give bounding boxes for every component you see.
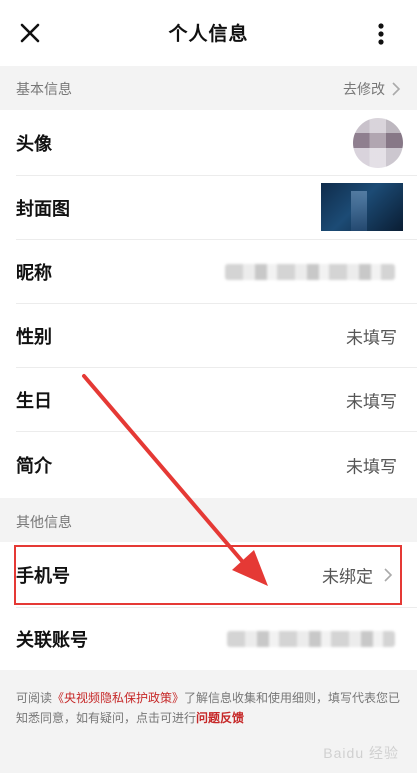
row-bio[interactable]: 简介 未填写 (0, 432, 417, 498)
row-avatar-label: 头像 (16, 134, 52, 155)
row-birthday[interactable]: 生日 未填写 (0, 368, 417, 432)
chevron-right-icon (392, 82, 401, 96)
app-header: 个人信息 (0, 0, 417, 66)
page-title: 个人信息 (168, 23, 249, 45)
nickname-blurred-value (225, 264, 395, 280)
row-bio-label: 简介 (16, 456, 52, 477)
row-cover[interactable]: 封面图 (0, 176, 417, 240)
more-vertical-icon[interactable] (369, 20, 393, 48)
edit-profile-button[interactable]: 去修改 (343, 79, 401, 99)
row-gender[interactable]: 性别 未填写 (0, 304, 417, 368)
section-basic-info: 基本信息 去修改 (0, 66, 417, 110)
row-bio-value: 未填写 (346, 457, 397, 478)
cover-image (321, 183, 403, 231)
row-birthday-value: 未填写 (346, 392, 397, 413)
row-linked-account-label: 关联账号 (16, 630, 88, 651)
linked-account-blurred-value (227, 631, 395, 647)
section-other-label: 其他信息 (16, 515, 72, 531)
row-gender-label: 性别 (16, 327, 52, 348)
section-other-info: 其他信息 (0, 498, 417, 542)
section-basic-label: 基本信息 (16, 82, 72, 98)
footer-notice: 可阅读《央视频隐私保护政策》了解信息收集和使用细则，填写代表您已知悉同意，如有疑… (0, 670, 417, 773)
row-cover-label: 封面图 (16, 199, 70, 220)
footer-prefix: 可阅读 (16, 691, 53, 705)
privacy-policy-link[interactable]: 《央视频隐私保护政策》 (52, 691, 184, 705)
row-nickname[interactable]: 昵称 (0, 240, 417, 304)
row-nickname-label: 昵称 (16, 263, 52, 284)
footer-text: 可阅读《央视频隐私保护政策》了解信息收集和使用细则，填写代表您已知悉同意，如有疑… (16, 688, 401, 728)
highlight-box (14, 545, 402, 605)
row-gender-value: 未填写 (346, 328, 397, 349)
row-birthday-label: 生日 (16, 391, 52, 412)
watermark: Baidu 经验 (323, 745, 399, 761)
avatar (353, 118, 403, 168)
feedback-link[interactable]: 问题反馈 (196, 711, 244, 725)
edit-profile-label: 去修改 (343, 82, 385, 98)
row-avatar[interactable]: 头像 (0, 110, 417, 176)
row-linked-account[interactable]: 关联账号 (0, 608, 417, 670)
cover-image-building (351, 191, 367, 231)
